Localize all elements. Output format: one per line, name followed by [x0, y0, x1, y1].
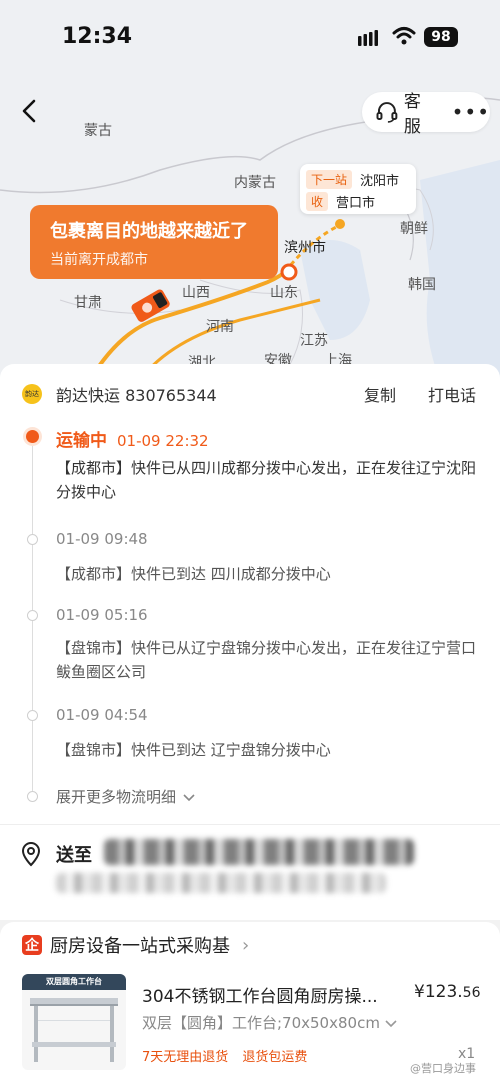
- timeline-dot: [27, 710, 38, 721]
- chevron-down-icon: [183, 794, 195, 802]
- watermark: @营口身边事: [410, 1062, 476, 1075]
- map-label-binzhou: 滨州市: [284, 240, 326, 256]
- signal-icon: [358, 30, 378, 46]
- carrier-row: 韵达 韵达快运 830765344 复制 打电话: [22, 382, 482, 406]
- map-label-jiangsu: 江苏: [300, 333, 328, 349]
- receive-tag: 收: [306, 191, 329, 211]
- event-time: 01-09 22:32: [117, 432, 209, 450]
- map-label-inner-mongolia: 内蒙古: [234, 175, 276, 191]
- headset-icon[interactable]: [376, 101, 398, 123]
- next-station-tag: 下一站: [306, 169, 353, 189]
- timeline-head: 运输中 01-09 22:32: [56, 426, 209, 451]
- redacted-address: [104, 839, 414, 865]
- product-price: ¥123.56: [414, 982, 481, 1002]
- timeline-dot-active: [26, 430, 39, 443]
- next-station-card: 下一站 沈阳市 收 营口市: [300, 164, 416, 214]
- shop-row[interactable]: 企 厨房设备一站式采购基 ›: [22, 932, 249, 958]
- location-pin-icon: [21, 841, 41, 867]
- map-label-shandong: 山东: [270, 285, 298, 301]
- product-image[interactable]: 双层圆角工作台: [22, 974, 126, 1070]
- more-options-button[interactable]: •••: [452, 100, 490, 124]
- chevron-left-icon: [22, 99, 36, 123]
- status-bar: 12:34 98: [0, 0, 500, 70]
- battery-indicator: 98: [424, 27, 458, 47]
- chevron-right-icon: ›: [242, 934, 250, 956]
- product-spec-label: 双层【圆角】工作台;70x50x80cm: [142, 1014, 380, 1032]
- price-main: ¥123.: [414, 982, 463, 1002]
- return-shipping-tag: 退货包运费: [242, 1050, 308, 1065]
- expand-details-link[interactable]: 展开更多物流明细: [56, 786, 195, 807]
- shop-name[interactable]: 厨房设备一站式采购基: [50, 932, 230, 958]
- chevron-down-icon: [385, 1020, 397, 1028]
- map-label-shanxi: 山西: [182, 285, 210, 301]
- product-tags: 7天无理由退货 退货包运费: [142, 1046, 317, 1065]
- workbench-illustration: [30, 998, 118, 1062]
- event-desc: 【盘锦市】快件已从辽宁盘锦分拨中心发出，正在发往辽宁营口鲅鱼圈区公司: [56, 639, 477, 681]
- event-status: 运输中: [56, 431, 107, 451]
- customer-service-pill: 客服 •••: [362, 92, 490, 137]
- deliver-to-label: 送至: [56, 845, 92, 866]
- event-time: 01-09 04:54: [56, 706, 148, 724]
- product-spec[interactable]: 双层【圆角】工作台;70x50x80cm: [142, 1012, 397, 1033]
- tracking-number: 韵达快运 830765344: [56, 386, 217, 405]
- next-station-city: 沈阳市: [360, 173, 400, 189]
- receive-city: 营口市: [336, 195, 376, 211]
- event-time: 01-09 09:48: [56, 530, 148, 548]
- map-label-north-korea: 朝鲜: [400, 221, 428, 237]
- logistics-map[interactable]: 蒙古 内蒙古 甘肃 山西 山东 河南 江苏 湖北 安徽 上海 滨州市 朝鲜 韩国…: [0, 0, 500, 380]
- timeline-dot: [27, 610, 38, 621]
- copy-button[interactable]: 复制: [364, 382, 396, 406]
- expand-details-label: 展开更多物流明细: [56, 788, 177, 806]
- redacted-recipient: [56, 873, 386, 893]
- price-cents: 56: [462, 985, 481, 1001]
- timeline-dot: [27, 791, 38, 802]
- event-desc: 【成都市】快件已到达 四川成都分拨中心: [56, 565, 331, 583]
- banner-subtitle: 当前离开成都市: [50, 252, 148, 268]
- tracking-card: 韵达 韵达快运 830765344 复制 打电话 运输中 01-09 22:32 …: [0, 364, 500, 824]
- return-policy-tag: 7天无理由退货: [142, 1050, 229, 1065]
- map-label-south-korea: 韩国: [408, 277, 436, 293]
- event-desc: 【成都市】快件已从四川成都分拨中心发出，正在发往辽宁沈阳分拨中心: [56, 459, 477, 501]
- banner-title: 包裹离目的地越来越近了: [50, 221, 248, 242]
- product-title[interactable]: 304不锈钢工作台圆角厨房操...: [142, 982, 402, 1007]
- delivery-address-card[interactable]: 送至: [0, 824, 500, 920]
- customer-service-button[interactable]: 客服: [404, 87, 438, 137]
- product-image-title: 双层圆角工作台: [22, 974, 126, 990]
- event-desc: 【盘锦市】快件已到达 辽宁盘锦分拨中心: [56, 741, 331, 759]
- wifi-icon: [392, 27, 416, 45]
- carrier-logo-icon: 韵达: [22, 384, 42, 404]
- call-button[interactable]: 打电话: [428, 382, 476, 406]
- back-button[interactable]: [14, 96, 44, 126]
- map-label-mongolia: 蒙古: [84, 123, 112, 139]
- map-label-gansu: 甘肃: [74, 295, 102, 311]
- map-label-henan: 河南: [206, 319, 234, 335]
- status-time: 12:34: [62, 24, 133, 49]
- shop-icon: 企: [22, 935, 42, 955]
- event-time: 01-09 05:16: [56, 606, 148, 624]
- progress-banner: 包裹离目的地越来越近了 当前离开成都市: [30, 205, 278, 279]
- timeline-dot: [27, 534, 38, 545]
